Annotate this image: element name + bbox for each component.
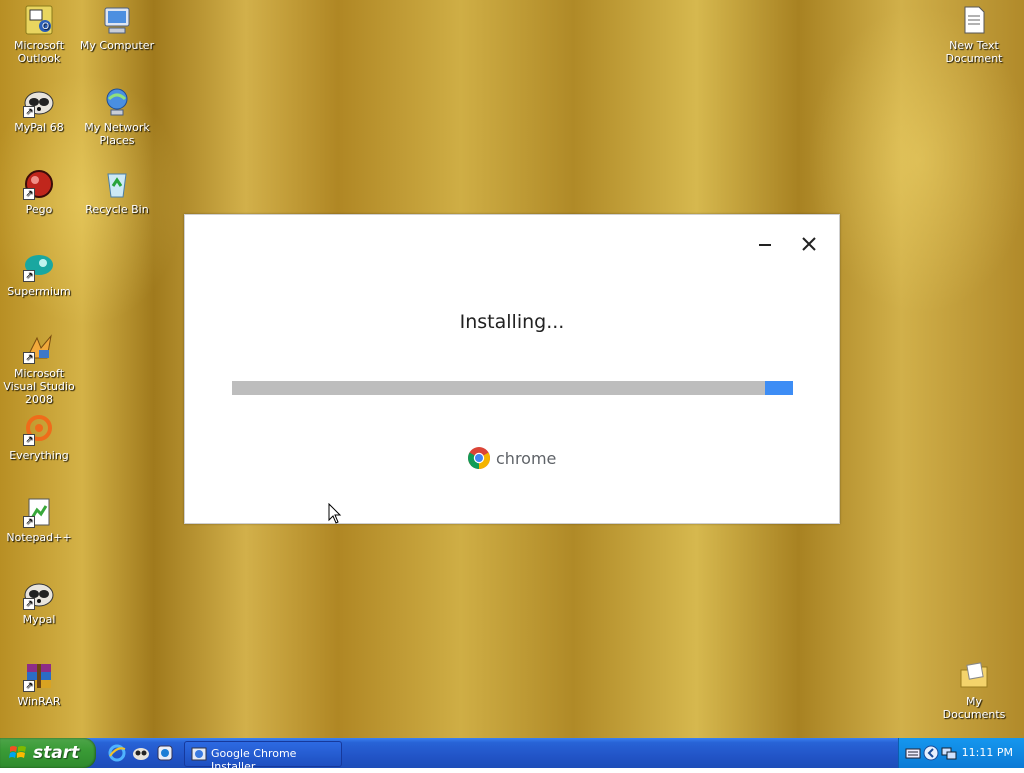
shortcut-arrow-icon: ↗ — [23, 598, 35, 610]
desktop-icon-mypal-68[interactable]: ↗ MyPal 68 — [0, 86, 78, 134]
my-documents-icon — [958, 660, 990, 692]
mypal-icon: ↗ — [23, 578, 55, 610]
supermium-icon: ↗ — [23, 250, 55, 282]
shortcut-arrow-icon: ↗ — [23, 434, 35, 446]
minimize-button[interactable] — [754, 233, 776, 255]
desktop-icon-visual-studio-2008[interactable]: ↗ Microsoft Visual Studio 2008 — [0, 332, 78, 406]
collapse-arrow-icon[interactable] — [923, 745, 939, 761]
pego-icon: ↗ — [23, 168, 55, 200]
desktop-icon-new-text-document[interactable]: New Text Document — [935, 4, 1013, 65]
desktop-icon-notepad-plus-plus[interactable]: ↗ Notepad++ — [0, 496, 78, 544]
chrome-installer-window: Installing... chrome — [184, 214, 840, 524]
chrome-brand: chrome — [467, 445, 556, 471]
winrar-icon: ↗ — [23, 660, 55, 692]
keyboard-icon[interactable] — [905, 745, 921, 761]
desktop-icon-pego[interactable]: ↗ Pego — [0, 168, 78, 216]
svg-text:O: O — [42, 21, 49, 31]
shortcut-arrow-icon: ↗ — [23, 516, 35, 528]
desktop: O Microsoft Outlook ↗ MyPal 68 ↗ Pego ↗ … — [0, 0, 1024, 738]
system-clock: 11:11 PM — [961, 746, 1013, 759]
quick-launch-supermium[interactable] — [156, 744, 174, 762]
desktop-icon-my-computer[interactable]: My Computer — [78, 4, 156, 52]
shortcut-arrow-icon: ↗ — [23, 352, 35, 364]
desktop-icon-my-network-places[interactable]: My Network Places — [78, 86, 156, 147]
chrome-installer-icon — [191, 747, 207, 761]
internet-explorer-icon — [108, 744, 126, 762]
shortcut-arrow-icon: ↗ — [23, 680, 35, 692]
desktop-icon-my-documents[interactable]: My Documents — [935, 660, 1013, 721]
shortcut-arrow-icon: ↗ — [23, 106, 35, 118]
start-button[interactable]: start — [0, 738, 96, 768]
install-progress-fill — [765, 381, 793, 395]
install-progress-bar — [232, 381, 793, 395]
desktop-icon-winrar[interactable]: ↗ WinRAR — [0, 660, 78, 708]
chrome-wordmark: chrome — [496, 448, 557, 468]
network-places-icon — [101, 86, 133, 118]
desktop-icon-mypal[interactable]: ↗ Mypal — [0, 578, 78, 626]
close-button[interactable] — [798, 233, 820, 255]
mypal-icon — [133, 748, 149, 760]
chrome-logo-icon — [468, 447, 490, 469]
notepad-plus-plus-icon: ↗ — [23, 496, 55, 528]
quick-launch-internet-explorer[interactable] — [108, 744, 126, 762]
taskbar-task-chrome-installer[interactable]: Google Chrome Installer — [184, 741, 342, 773]
quick-launch-mypal[interactable] — [132, 744, 150, 762]
visual-studio-icon: ↗ — [23, 332, 55, 364]
system-tray: 11:11 PM — [898, 738, 1024, 768]
mypal-icon: ↗ — [23, 86, 55, 118]
my-computer-icon — [101, 4, 133, 36]
desktop-icon-recycle-bin[interactable]: Recycle Bin — [78, 168, 156, 216]
everything-icon: ↗ — [23, 414, 55, 446]
desktop-icon-everything[interactable]: ↗ Everything — [0, 414, 78, 462]
desktop-icon-supermium[interactable]: ↗ Supermium — [0, 250, 78, 298]
install-status-text: Installing... — [459, 311, 565, 333]
outlook-icon: O — [23, 4, 55, 36]
recycle-bin-icon — [101, 168, 133, 200]
text-document-icon — [958, 4, 990, 36]
taskbar: start Google Chrome Installer 11:11 PM — [0, 738, 1024, 773]
network-icon[interactable] — [941, 745, 957, 761]
close-icon — [802, 237, 816, 251]
shortcut-arrow-icon: ↗ — [23, 188, 35, 200]
windows-logo-icon — [9, 746, 26, 758]
shortcut-arrow-icon: ↗ — [23, 270, 35, 282]
supermium-icon — [157, 745, 173, 761]
desktop-icon-microsoft-outlook[interactable]: O Microsoft Outlook — [0, 4, 78, 65]
mouse-cursor-icon — [328, 503, 342, 524]
